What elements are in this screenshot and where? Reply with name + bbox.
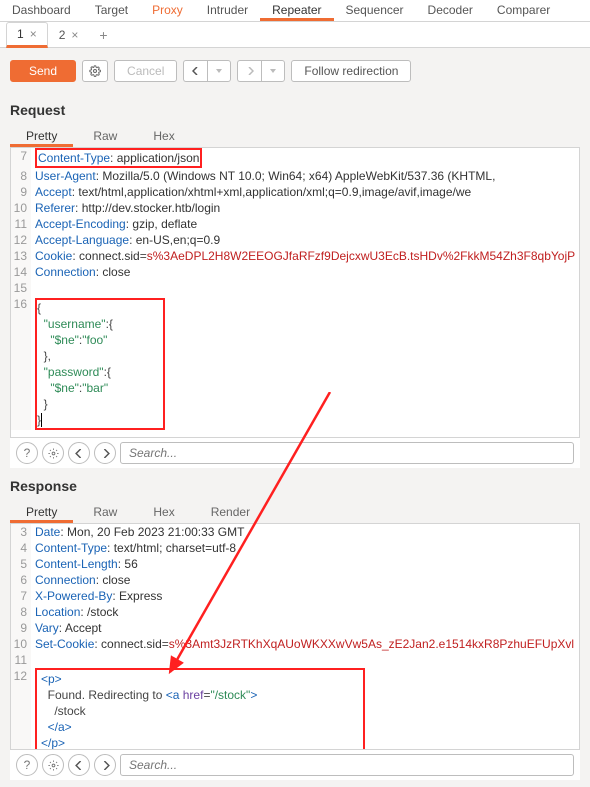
arrow-left-icon — [75, 761, 84, 770]
view-pretty[interactable]: Pretty — [10, 502, 73, 523]
help-button[interactable]: ? — [16, 442, 38, 464]
add-tab-button[interactable]: + — [89, 23, 117, 47]
subtab-1[interactable]: 1 × — [6, 22, 48, 48]
follow-redirection-button[interactable]: Follow redirection — [291, 60, 411, 82]
forward-button[interactable] — [237, 60, 261, 82]
chevron-right-icon — [246, 67, 254, 75]
request-editor[interactable]: 7Content-Type: application/json8User-Age… — [10, 148, 580, 438]
caret-down-icon — [270, 69, 276, 73]
tab-dashboard[interactable]: Dashboard — [0, 0, 83, 21]
help-button[interactable]: ? — [16, 754, 38, 776]
next-match-button[interactable] — [94, 754, 116, 776]
view-hex[interactable]: Hex — [137, 502, 190, 523]
back-button[interactable] — [183, 60, 207, 82]
response-panel: Response Pretty Raw Hex Render 3Date: Mo… — [0, 468, 590, 780]
forward-menu-button[interactable] — [261, 60, 285, 82]
subtab-label: 2 — [59, 28, 66, 42]
response-footer: ? — [10, 750, 580, 780]
tool-tabs: Dashboard Target Proxy Intruder Repeater… — [0, 0, 590, 22]
gear-icon — [48, 448, 59, 459]
options-button[interactable] — [82, 60, 108, 82]
response-editor[interactable]: 3Date: Mon, 20 Feb 2023 21:00:33 GMT4Con… — [10, 524, 580, 750]
gear-icon — [48, 760, 59, 771]
tab-intruder[interactable]: Intruder — [195, 0, 260, 21]
send-button[interactable]: Send — [10, 60, 76, 82]
arrow-right-icon — [101, 761, 110, 770]
action-bar: Send Cancel Follow redirection — [0, 48, 590, 92]
prev-match-button[interactable] — [68, 442, 90, 464]
subtab-label: 1 — [17, 27, 24, 41]
tab-sequencer[interactable]: Sequencer — [334, 0, 416, 21]
view-pretty[interactable]: Pretty — [10, 126, 73, 147]
gear-icon — [89, 65, 101, 77]
tab-proxy[interactable]: Proxy — [140, 0, 195, 21]
request-footer: ? — [10, 438, 580, 468]
back-menu-button[interactable] — [207, 60, 231, 82]
settings-button[interactable] — [42, 754, 64, 776]
caret-down-icon — [216, 69, 222, 73]
panel-title: Request — [10, 102, 580, 118]
chevron-left-icon — [192, 67, 200, 75]
panel-title: Response — [10, 478, 580, 494]
settings-button[interactable] — [42, 442, 64, 464]
arrow-left-icon — [75, 449, 84, 458]
view-hex[interactable]: Hex — [137, 126, 190, 147]
view-raw[interactable]: Raw — [77, 126, 133, 147]
history-fwd-group — [237, 60, 285, 82]
tab-target[interactable]: Target — [83, 0, 140, 21]
response-view-tabs: Pretty Raw Hex Render — [10, 502, 580, 524]
prev-match-button[interactable] — [68, 754, 90, 776]
close-icon[interactable]: × — [71, 28, 78, 42]
search-input[interactable] — [120, 442, 574, 464]
tab-repeater[interactable]: Repeater — [260, 0, 333, 21]
search-input[interactable] — [120, 754, 574, 776]
repeater-subtabs: 1 × 2 × + — [0, 22, 590, 48]
next-match-button[interactable] — [94, 442, 116, 464]
tab-decoder[interactable]: Decoder — [416, 0, 485, 21]
close-icon[interactable]: × — [30, 27, 37, 41]
view-render[interactable]: Render — [195, 502, 266, 523]
cancel-button[interactable]: Cancel — [114, 60, 177, 82]
subtab-2[interactable]: 2 × — [48, 23, 90, 46]
tab-comparer[interactable]: Comparer — [485, 0, 562, 21]
history-back-group — [183, 60, 231, 82]
request-view-tabs: Pretty Raw Hex — [10, 126, 580, 148]
arrow-right-icon — [101, 449, 110, 458]
request-panel: Request Pretty Raw Hex 7Content-Type: ap… — [0, 92, 590, 468]
view-raw[interactable]: Raw — [77, 502, 133, 523]
